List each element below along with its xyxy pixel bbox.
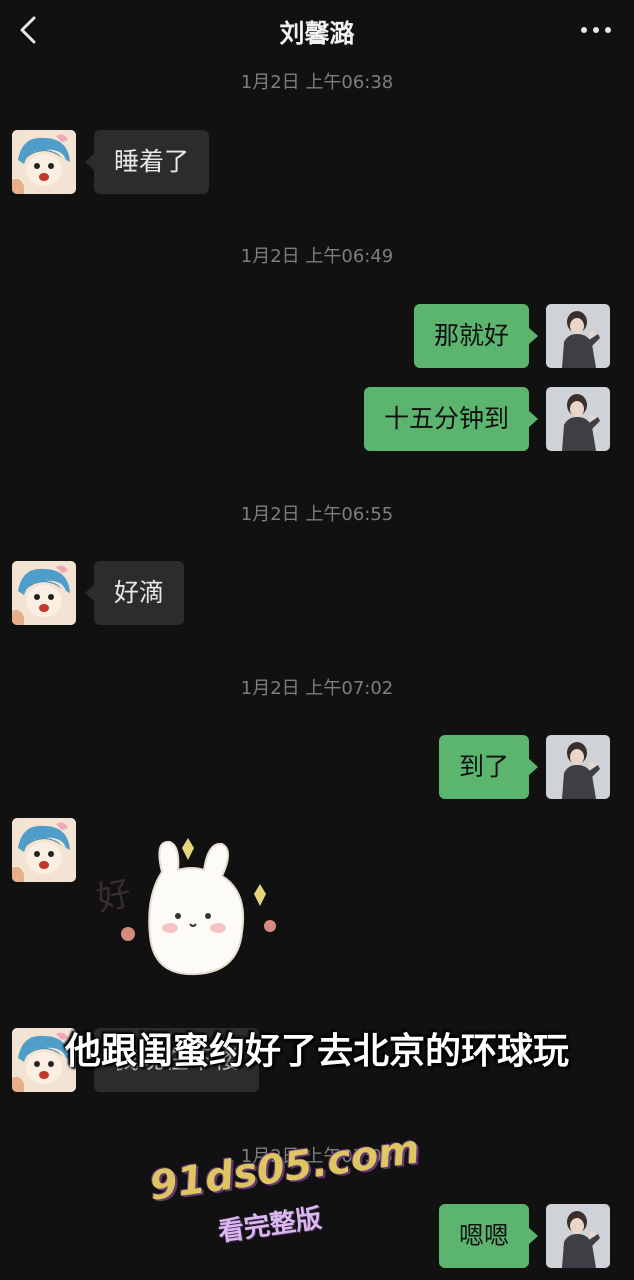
chat-title: 刘馨潞 xyxy=(279,19,355,48)
timestamp: 1月2日 上午06:55 xyxy=(240,504,394,525)
timestamp: 1月2日 上午06:38 xyxy=(240,72,394,93)
my-avatar[interactable] xyxy=(546,387,610,451)
my-avatar[interactable] xyxy=(546,735,610,799)
watermark-subtext: 看完整版 xyxy=(216,1203,324,1248)
chat-header: 刘馨潞 xyxy=(0,0,634,62)
my-avatar[interactable] xyxy=(546,1204,610,1268)
timestamp: 1月2日 上午07:02 xyxy=(240,678,394,699)
incoming-message[interactable]: 睡着了 xyxy=(84,130,210,194)
outgoing-message[interactable]: 到了 xyxy=(438,735,539,799)
contact-avatar[interactable] xyxy=(12,130,76,194)
watermark-url: 91ds05.com xyxy=(146,1126,423,1210)
outgoing-message[interactable]: 嗯嗯 xyxy=(438,1204,539,1268)
timestamp: 1月2日 上午06:49 xyxy=(240,246,394,267)
my-avatar[interactable] xyxy=(546,304,610,368)
sticker-label: 好 xyxy=(93,873,135,919)
more-options-icon[interactable] xyxy=(578,18,614,42)
outgoing-message[interactable]: 那就好 xyxy=(413,304,539,368)
contact-avatar[interactable] xyxy=(12,818,76,882)
contact-avatar[interactable] xyxy=(12,561,76,625)
bunny-sticker[interactable]: 好 xyxy=(92,832,292,982)
incoming-message[interactable]: 好滴 xyxy=(84,561,185,625)
video-caption: 他跟闺蜜约好了去北京的环球玩 xyxy=(64,1031,569,1072)
outgoing-message[interactable]: 十五分钟到 xyxy=(363,387,539,451)
